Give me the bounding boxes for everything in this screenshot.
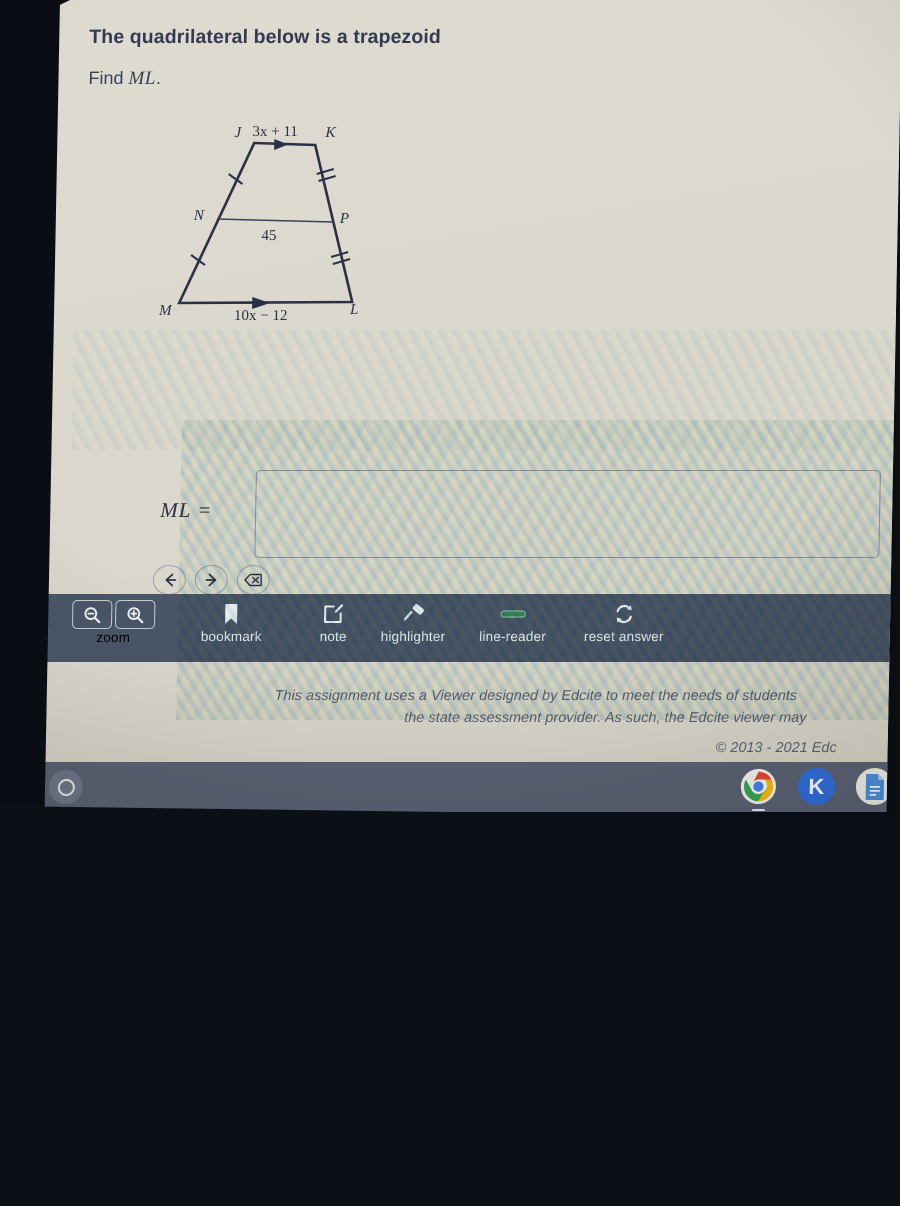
- vertex-label-m: M: [159, 303, 172, 320]
- trapezoid-figure: J K N P M L 3x + 11 45 10x − 12: [138, 112, 412, 342]
- launcher-circle-icon: [57, 779, 74, 796]
- line-reader-icon: [500, 600, 527, 628]
- bottom-side-label: 10x − 12: [234, 308, 288, 325]
- backspace-icon: [244, 573, 263, 587]
- note-icon: [322, 600, 345, 628]
- bookmark-icon: [223, 600, 240, 628]
- kami-app-button[interactable]: K: [798, 768, 836, 805]
- chrome-active-indicator: [751, 809, 764, 812]
- vertex-label-p: P: [340, 211, 349, 228]
- note-label: note: [320, 629, 347, 644]
- next-button[interactable]: [195, 565, 229, 595]
- photographed-screen: The quadrilateral below is a trapezoid F…: [0, 0, 900, 1200]
- question-find-line: Find ML.: [88, 68, 161, 90]
- reset-answer-label: reset answer: [584, 629, 664, 644]
- footer-copyright: © 2013 - 2021 Edc: [715, 740, 836, 756]
- refresh-icon: [613, 600, 636, 628]
- google-docs-icon: [862, 773, 887, 801]
- magnifier-minus-icon: [82, 605, 102, 625]
- docs-app-button[interactable]: [856, 768, 894, 805]
- chrome-app-button[interactable]: [740, 768, 778, 805]
- line-reader-label: line-reader: [479, 629, 546, 644]
- tick-kp-b: [319, 176, 336, 181]
- vertex-label-n: N: [194, 208, 204, 225]
- find-suffix: .: [156, 68, 161, 88]
- find-target: ML: [128, 68, 156, 89]
- zoom-out-button[interactable]: [72, 600, 113, 629]
- answer-label: ML =: [160, 498, 213, 523]
- vertex-label-k: K: [325, 125, 335, 142]
- laptop-screen: The quadrilateral below is a trapezoid F…: [24, 0, 900, 812]
- zoom-in-button[interactable]: [115, 600, 156, 629]
- highlighter-icon: [400, 600, 427, 628]
- midsegment-line: [217, 219, 334, 222]
- navigation-buttons: [153, 565, 271, 595]
- viewer-toolbar: zoom bookmark note: [27, 594, 890, 662]
- zoom-label: zoom: [96, 630, 130, 645]
- viewer-footer: This assignment uses a Viewer designed b…: [25, 662, 889, 762]
- reset-answer-button[interactable]: reset answer: [584, 594, 665, 644]
- footer-line-2: the state assessment provider. As such, …: [404, 710, 807, 726]
- midsegment-label: 45: [261, 228, 276, 245]
- magnifier-plus-icon: [125, 605, 145, 625]
- arrow-right-icon: [203, 573, 219, 587]
- top-side-label: 3x + 11: [252, 124, 298, 141]
- line-reader-button[interactable]: line-reader: [479, 594, 547, 644]
- screen-bezel-bottom: [0, 806, 900, 1206]
- bookmark-button[interactable]: bookmark: [201, 594, 263, 644]
- find-prefix: Find: [88, 68, 123, 88]
- backspace-button[interactable]: [237, 565, 271, 595]
- bookmark-label: bookmark: [201, 629, 262, 644]
- tick-kp-a: [317, 169, 334, 174]
- arrow-left-icon: [161, 573, 177, 587]
- launcher-button[interactable]: [49, 770, 84, 804]
- previous-button[interactable]: [153, 565, 187, 595]
- note-button[interactable]: note: [320, 594, 348, 644]
- vertex-label-l: L: [350, 302, 359, 319]
- shelf-app-list: K: [740, 768, 894, 805]
- question-prompt: The quadrilateral below is a trapezoid: [89, 26, 441, 49]
- trapezoid-outline: [179, 143, 355, 303]
- answer-input[interactable]: [254, 470, 881, 558]
- highlighter-button[interactable]: highlighter: [381, 594, 446, 644]
- chromeos-shelf: K: [24, 762, 887, 812]
- kami-icon: K: [808, 774, 824, 800]
- vertex-label-j: J: [234, 125, 241, 142]
- footer-line-1: This assignment uses a Viewer designed b…: [274, 688, 797, 704]
- answer-row: ML =: [159, 470, 891, 560]
- zoom-control-group: zoom: [72, 594, 156, 645]
- highlighter-label: highlighter: [381, 629, 446, 644]
- chrome-icon: [740, 768, 778, 805]
